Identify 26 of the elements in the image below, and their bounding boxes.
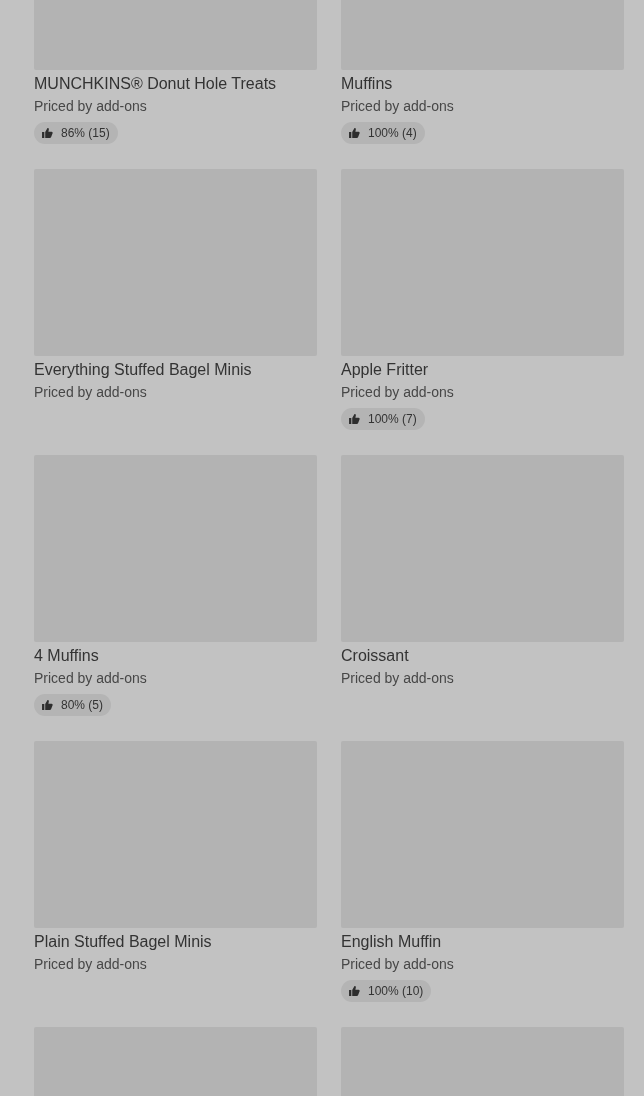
product-title[interactable]: Muffins bbox=[341, 74, 624, 94]
thumbs-up-icon bbox=[349, 128, 360, 138]
price-label: Priced by add-ons bbox=[34, 383, 148, 401]
thumbs-up-icon bbox=[349, 414, 360, 424]
rating-badge: 80% (5) bbox=[34, 694, 112, 716]
product-title[interactable]: Apple Fritter bbox=[341, 360, 624, 380]
thumbs-up-icon bbox=[349, 986, 360, 996]
price-label: Priced by add-ons bbox=[341, 955, 455, 973]
product-title[interactable]: Croissant bbox=[341, 646, 624, 666]
rating-badge: 100% (7) bbox=[341, 408, 425, 430]
price-label: Priced by add-ons bbox=[34, 97, 148, 115]
rating-badge: 100% (4) bbox=[341, 122, 425, 144]
product-title[interactable]: Plain Stuffed Bagel Minis bbox=[34, 932, 317, 952]
rating-badge: 100% (10) bbox=[341, 980, 432, 1002]
price-label: Priced by add-ons bbox=[341, 669, 455, 687]
price-label: Priced by add-ons bbox=[34, 669, 148, 687]
thumbs-up-icon bbox=[42, 700, 53, 710]
thumbs-up-icon bbox=[42, 128, 53, 138]
product-title[interactable]: English Muffin bbox=[341, 932, 624, 952]
product-title[interactable]: 4 Muffins bbox=[34, 646, 317, 666]
rating-badge: 86% (15) bbox=[34, 122, 118, 144]
price-label: Priced by add-ons bbox=[341, 97, 455, 115]
product-title[interactable]: MUNCHKINS® Donut Hole Treats bbox=[34, 74, 317, 94]
price-label: Priced by add-ons bbox=[34, 955, 148, 973]
product-title[interactable]: Everything Stuffed Bagel Minis bbox=[34, 360, 317, 380]
price-label: Priced by add-ons bbox=[341, 383, 455, 401]
